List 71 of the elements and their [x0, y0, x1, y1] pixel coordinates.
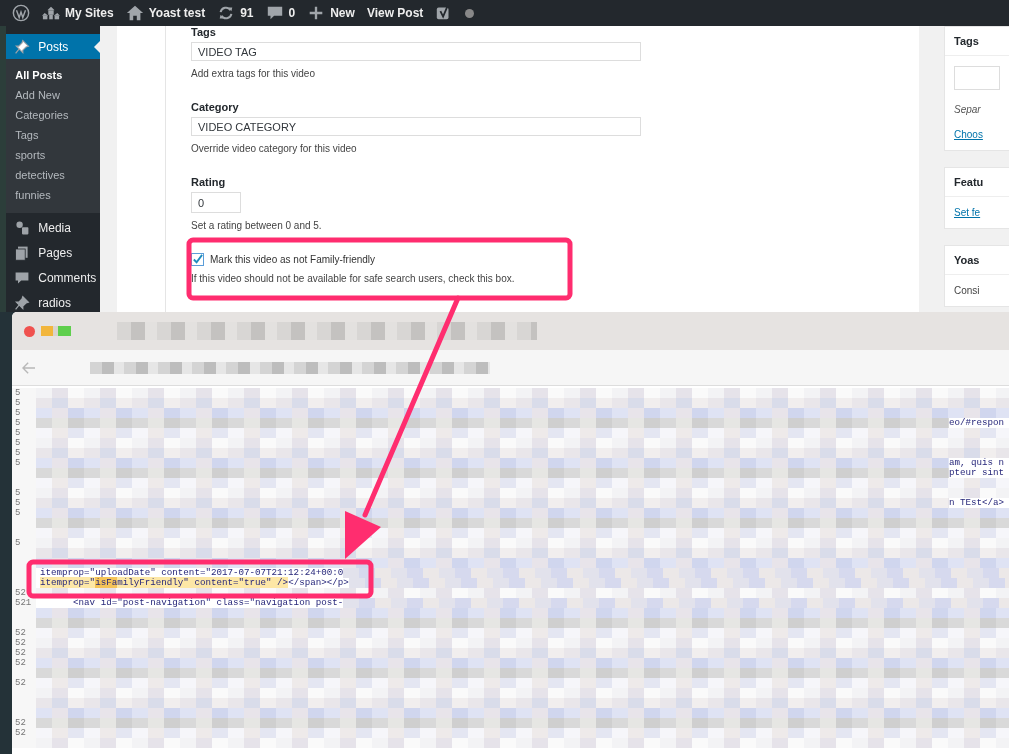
wordpress-logo-icon — [12, 4, 30, 22]
box-title: Featu — [954, 176, 984, 188]
link[interactable]: Choos — [954, 129, 983, 140]
line-number: 5 — [15, 458, 21, 468]
input-field[interactable]: VIDEO TAG — [191, 42, 641, 61]
submenu-item[interactable]: sports — [6, 145, 100, 165]
line-number: 52 — [15, 648, 26, 658]
line-number: 5 — [15, 388, 21, 398]
field-description: Set a rating between 0 and 5. — [191, 220, 323, 231]
menu-item[interactable]: Posts — [6, 34, 100, 59]
pushpin-icon — [14, 294, 31, 311]
status-dot-icon — [465, 8, 475, 18]
menu-item[interactable]: Media — [6, 215, 100, 240]
submenu-item[interactable]: Tags — [6, 125, 100, 145]
line-number: 5 — [15, 538, 21, 548]
toolbar-link[interactable]: Yoast test — [125, 4, 206, 22]
toolbar-link[interactable] — [12, 4, 30, 22]
submenu-item[interactable]: detectives — [6, 165, 100, 185]
field-description: If this video should not be available for safe search users, check this box. — [191, 273, 516, 284]
field-label: Rating — [191, 176, 227, 188]
line-number: 5 — [15, 438, 21, 448]
menu-item[interactable]: Comments — [6, 265, 100, 290]
toolbar-link[interactable]: My Sites — [42, 4, 114, 22]
line-number: 5 — [15, 418, 21, 428]
checkbox-label: Mark this video as not Family-friendly — [210, 254, 376, 265]
line-number: 52 — [15, 728, 26, 738]
submenu-item[interactable]: funnies — [6, 185, 100, 205]
close-button[interactable] — [24, 325, 35, 337]
box-title: Yoas — [954, 254, 980, 266]
toolbar-link[interactable]: 0 — [265, 4, 296, 22]
line-number: 52 — [15, 628, 26, 638]
link[interactable]: Set fe — [954, 207, 981, 218]
menu-item[interactable]: Pages — [6, 240, 100, 265]
pages-icon — [14, 244, 31, 261]
input-field[interactable] — [954, 66, 1000, 90]
line-number: 5 — [15, 508, 21, 518]
line-number: 52 — [15, 588, 26, 598]
field-label: Tags — [191, 26, 217, 38]
blurred-window-buttons — [41, 326, 71, 336]
line-number: 5 — [15, 428, 21, 438]
line-number: 5 — [15, 488, 21, 498]
field-label: Category — [191, 101, 240, 113]
line-number: 521 — [15, 598, 32, 608]
field-description: Override video category for this video — [191, 143, 358, 154]
line-number: 52 — [15, 678, 26, 688]
pushpin-icon — [14, 38, 31, 55]
line-number: 52 — [15, 638, 26, 648]
line-number: 52 — [15, 658, 26, 668]
line-number: 5 — [15, 448, 21, 458]
hint-text: Separ — [954, 104, 981, 115]
sites-icon — [42, 4, 60, 22]
line-number: 5 — [15, 498, 21, 508]
toolbar-link[interactable]: 91 — [217, 4, 254, 22]
input-field[interactable]: VIDEO CATEGORY — [191, 117, 641, 136]
toolbar-link[interactable]: New — [307, 4, 355, 22]
submenu-item[interactable]: Categories — [6, 105, 100, 125]
box-title: Tags — [954, 35, 979, 47]
menu-item[interactable]: radios — [6, 290, 100, 315]
speech-bubble-icon — [14, 269, 31, 286]
line-number: 52 — [15, 718, 26, 728]
line-number: 5 — [15, 398, 21, 408]
toolbar-link[interactable]: View Post — [366, 6, 424, 20]
line-number: 5 — [15, 408, 21, 418]
input-field[interactable]: 0 — [191, 192, 241, 213]
field-description: Add extra tags for this video — [191, 68, 316, 79]
media-icon — [14, 219, 31, 236]
submenu-item[interactable]: Add New — [6, 85, 100, 105]
submenu-item[interactable]: All Posts — [6, 65, 100, 85]
home-icon — [125, 4, 144, 22]
box-text: Consi — [954, 285, 980, 296]
toolbar-link[interactable] — [465, 8, 475, 18]
